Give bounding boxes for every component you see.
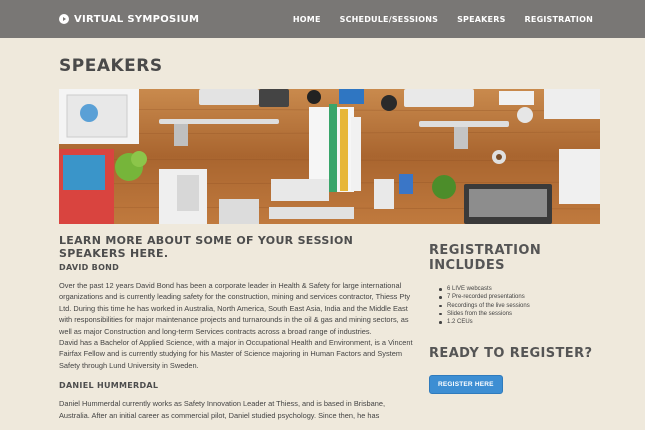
- site-brand[interactable]: VIRTUAL SYMPOSIUM: [59, 0, 199, 38]
- hero-desk-image: [59, 89, 600, 224]
- register-here-button[interactable]: REGISTER HERE: [429, 375, 503, 395]
- list-item: Recordings of the live sessions: [439, 302, 604, 310]
- brand-label: VIRTUAL SYMPOSIUM: [74, 13, 200, 25]
- speaker-bio-paragraph: Daniel Hummerdal currently works as Safe…: [59, 399, 386, 420]
- speakers-content: LEARN MORE ABOUT SOME OF YOUR SESSION SP…: [59, 234, 414, 421]
- nav-speakers[interactable]: SPEAKERS: [457, 15, 505, 24]
- nav-schedule-sessions[interactable]: SCHEDULE/SESSIONS: [340, 15, 438, 24]
- main-nav: HOME SCHEDULE/SESSIONS SPEAKERS REGISTRA…: [293, 0, 593, 38]
- list-item: Slides from the sessions: [439, 310, 604, 318]
- list-item: 6 LIVE webcasts: [439, 285, 604, 293]
- registration-includes-list: 6 LIVE webcasts 7 Pre-recorded presentat…: [439, 285, 604, 326]
- speaker-name: DANIEL HUMMERDAL: [59, 381, 159, 391]
- ready-to-register-heading: READY TO REGISTER?: [429, 346, 593, 362]
- speaker-bio-paragraph: Over the past 12 years David Bond has be…: [59, 281, 411, 336]
- speaker-name: DAVID BOND: [59, 263, 120, 272]
- registration-sidebar: REGISTRATION INCLUDES 6 LIVE webcasts 7 …: [429, 243, 604, 395]
- list-item: 7 Pre-recorded presentations: [439, 293, 604, 301]
- list-item: 1.2 CEUs: [439, 318, 604, 326]
- speaker-bio-paragraph: David has a Bachelor of Applied Science,…: [59, 338, 413, 370]
- speaker-bio: Daniel Hummerdal currently works as Safe…: [59, 398, 414, 421]
- speakers-intro-heading: LEARN MORE ABOUT SOME OF YOUR SESSION SP…: [59, 234, 354, 260]
- nav-home[interactable]: HOME: [293, 15, 321, 24]
- registration-includes-heading: REGISTRATION INCLUDES: [429, 243, 542, 273]
- desk-illustration: [59, 89, 600, 224]
- nav-registration[interactable]: REGISTRATION: [525, 15, 593, 24]
- speaker-bio: Over the past 12 years David Bond has be…: [59, 280, 414, 371]
- top-navigation-bar: VIRTUAL SYMPOSIUM HOME SCHEDULE/SESSIONS…: [0, 0, 645, 38]
- page-title: SPEAKERS: [59, 56, 163, 76]
- play-icon: [59, 14, 69, 24]
